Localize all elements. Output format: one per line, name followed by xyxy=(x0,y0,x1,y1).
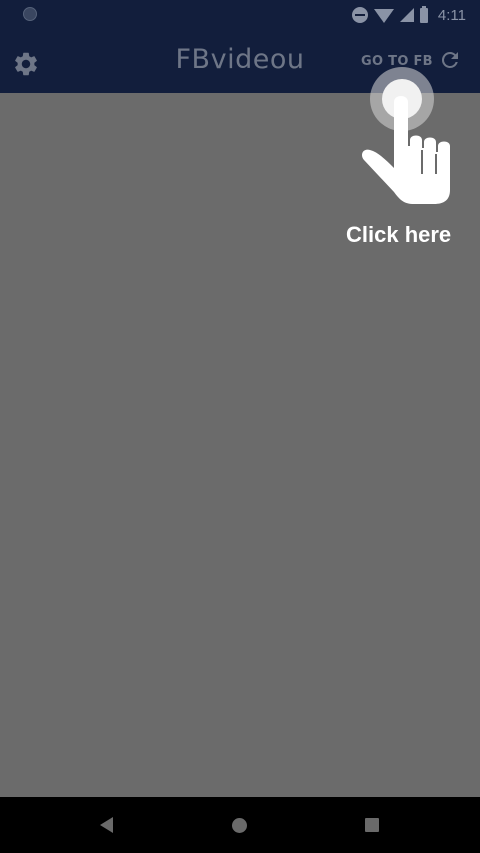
battery-icon xyxy=(419,5,428,23)
status-bar: 4:11 xyxy=(0,0,480,30)
do-not-disturb-icon xyxy=(351,7,368,23)
wifi-icon xyxy=(373,9,394,23)
signal-icon xyxy=(399,8,414,22)
refresh-button[interactable] xyxy=(438,48,462,72)
navigation-bar xyxy=(0,797,480,853)
status-icons: 4:11 xyxy=(351,5,466,25)
refresh-icon xyxy=(441,51,458,68)
notification-dot-icon xyxy=(23,7,37,21)
recents-icon[interactable] xyxy=(365,818,379,832)
hand-pointer-icon xyxy=(362,96,450,204)
status-time: 4:11 xyxy=(437,6,466,24)
back-icon[interactable] xyxy=(100,817,113,833)
click-here-hint: Click here xyxy=(346,222,452,247)
home-icon[interactable] xyxy=(232,818,247,833)
